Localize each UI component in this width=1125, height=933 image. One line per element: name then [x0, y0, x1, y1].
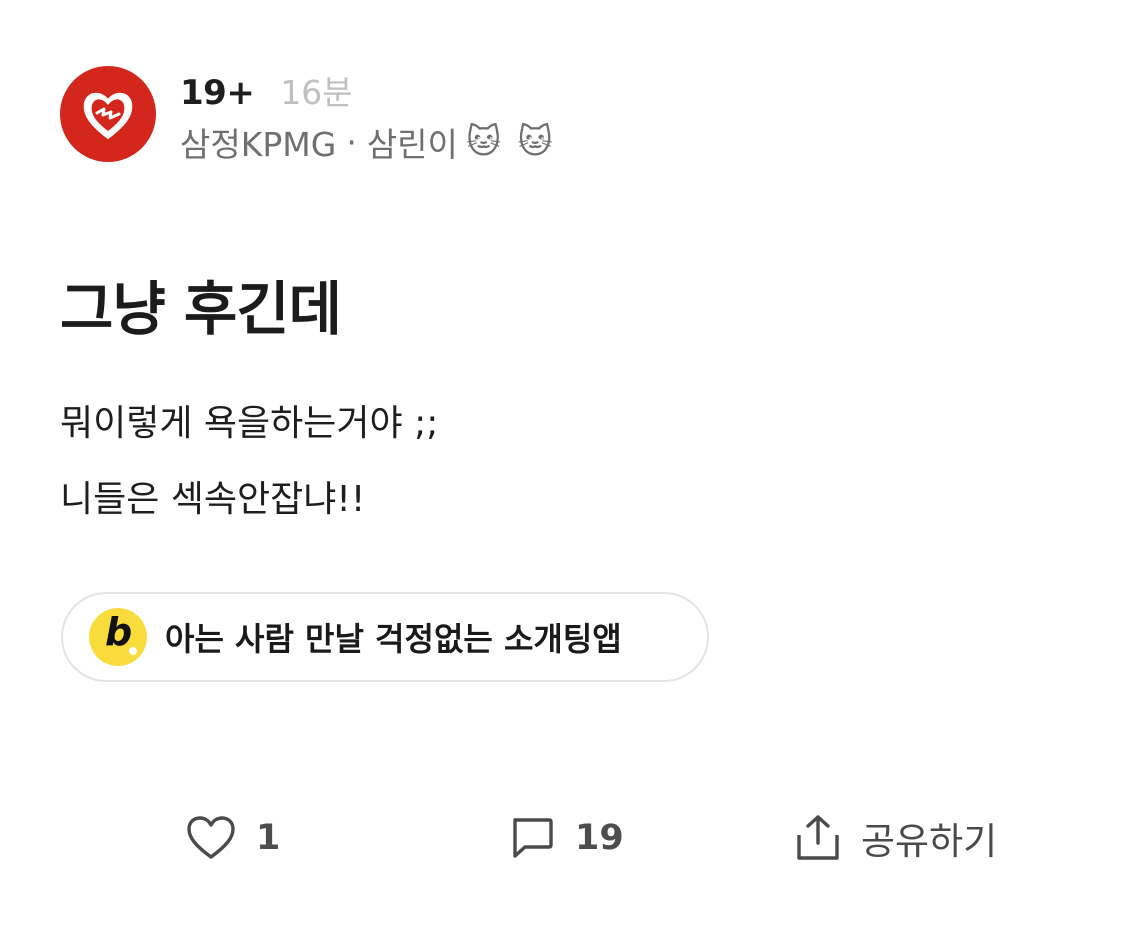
heart-logo-icon: [83, 92, 133, 140]
share-upload-icon: [797, 815, 839, 860]
share-label: 공유하기: [861, 820, 998, 863]
author-company: 삼정KPMG: [180, 125, 337, 164]
post-body-line: 니들은 섹속안잡냐!!: [60, 479, 366, 520]
speech-bubble-icon: [513, 818, 553, 858]
post-action-bar: 1 19 공유하기: [0, 806, 1125, 870]
ad-logo-dot: [129, 647, 137, 655]
ad-app-logo-icon: b: [89, 608, 147, 666]
ad-logo-letter: b: [105, 610, 133, 654]
post-header: 19+ 16분 삼정KPMG · 삼린이 🐱 🐱: [60, 66, 553, 166]
post-time: 16분: [280, 73, 353, 112]
board-avatar[interactable]: [60, 66, 156, 162]
ad-banner-chip[interactable]: b 아는 사람 만날 걱정없는 소개팅앱: [61, 592, 709, 682]
cat-badge-icon: 🐱: [517, 122, 553, 162]
board-name[interactable]: 19+: [180, 73, 255, 113]
post-meta: 19+ 16분 삼정KPMG · 삼린이 🐱 🐱: [180, 66, 553, 166]
comment-count: 19: [575, 818, 624, 858]
like-button[interactable]: 1: [186, 806, 280, 870]
cat-badge-icon: 🐱: [465, 122, 502, 162]
meta-separator: ·: [346, 122, 357, 162]
ad-text: 아는 사람 만날 걱정없는 소개팅앱: [165, 620, 622, 658]
heart-outline-icon: [187, 816, 235, 859]
like-count: 1: [256, 818, 281, 858]
post-body-line: 뭐이렇게 욕을하는거야 ;;: [60, 403, 439, 444]
post-body: 뭐이렇게 욕을하는거야 ;; 니들은 섹속안잡냐!!: [60, 386, 438, 538]
post-title: 그냥 후긴데: [60, 275, 342, 343]
share-button[interactable]: 공유하기: [795, 806, 997, 870]
author-nickname: 삼린이: [366, 125, 458, 164]
comment-button[interactable]: 19: [509, 806, 624, 870]
